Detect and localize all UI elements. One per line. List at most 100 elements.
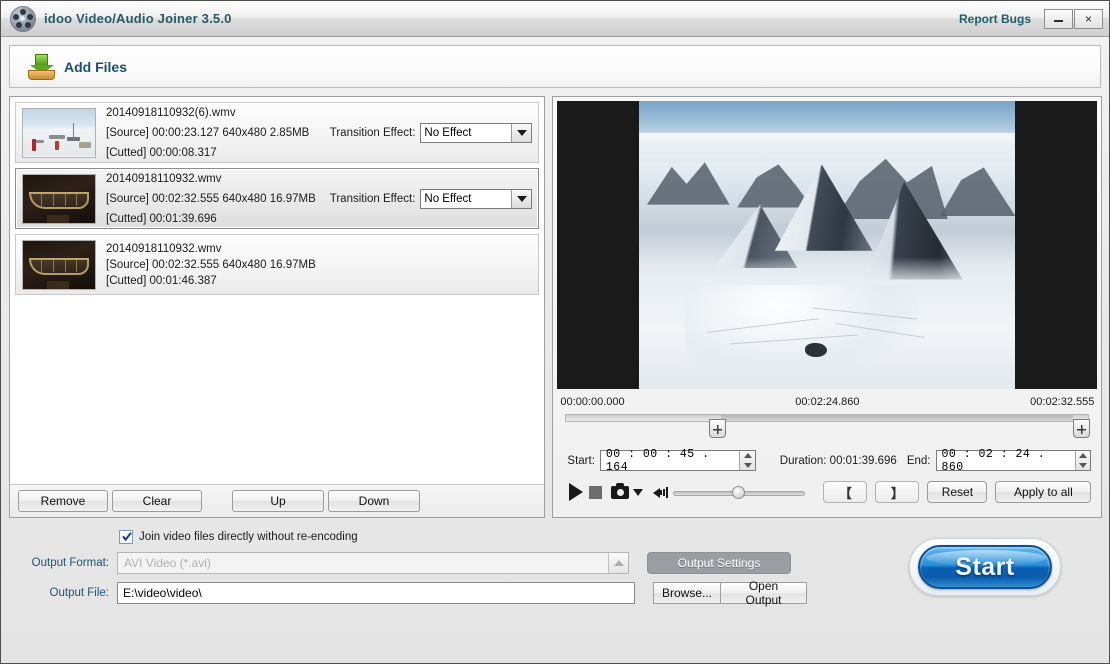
file-cutted-duration: 00:00:08.317 (149, 146, 217, 159)
file-name: 20140918110932.wmv (106, 242, 222, 255)
chevron-down-icon (511, 123, 532, 142)
file-meta: 20140918110932.wmv [Source] 00:02:32.555… (106, 173, 533, 225)
start-time-down-arrow[interactable] (740, 461, 754, 471)
camera-icon[interactable] (611, 482, 633, 499)
duration-value: 00:01:39.696 (829, 454, 897, 467)
duration-readout: Duration: 00:01:39.696 (780, 455, 897, 467)
output-file-value: E:\video\video\ (123, 586, 202, 600)
file-source-label: [Source] (106, 192, 149, 205)
end-time-down-arrow[interactable] (1076, 461, 1090, 471)
timeline-end-handle[interactable] (1073, 419, 1091, 438)
video-frame-image (639, 101, 1016, 389)
chevron-up-icon (608, 553, 628, 573)
file-cutted-label: [Cutted] (106, 212, 147, 225)
transition-effect-select[interactable]: No Effect (420, 122, 533, 143)
browse-button[interactable]: Browse... (653, 582, 721, 604)
file-meta: 20140918110932(6).wmv [Source] 00:00:23.… (106, 107, 533, 159)
playback-controls: 【 】 Reset Apply to all (557, 471, 1097, 503)
volume-slider[interactable] (673, 485, 806, 499)
remove-button[interactable]: Remove (18, 490, 108, 512)
file-size: 16.97MB (269, 192, 316, 205)
start-time-up-arrow[interactable] (740, 451, 754, 461)
start-button[interactable]: Start (909, 538, 1061, 596)
timeline-track-area[interactable] (557, 412, 1097, 442)
start-label: Start: (567, 454, 595, 467)
file-cutted-label: [Cutted] (106, 146, 147, 159)
file-list-toolbar: Remove Clear Up Down (10, 484, 545, 517)
file-resolution: 640x480 (222, 126, 267, 139)
speaker-icon[interactable] (653, 486, 673, 499)
file-source-duration: 00:02:32.555 (152, 192, 220, 205)
transition-effect-select[interactable]: No Effect (420, 188, 533, 209)
move-down-button[interactable]: Down (328, 490, 420, 512)
mark-in-button[interactable]: 【 (823, 481, 868, 503)
join-directly-label: Join video files directly without re-enc… (139, 531, 358, 543)
file-panel: 20140918110932(6).wmv [Source] 00:00:23.… (9, 96, 546, 518)
file-list-item[interactable]: 20140918110932(6).wmv [Source] 00:00:23.… (15, 102, 540, 163)
start-time-value: 00 : 00 : 45 . 164 (605, 447, 710, 474)
file-thumbnail (22, 107, 96, 158)
file-list[interactable]: 20140918110932(6).wmv [Source] 00:00:23.… (10, 97, 545, 484)
output-settings-button[interactable]: Output Settings (647, 552, 791, 574)
transition-effect-value: No Effect (424, 192, 472, 205)
end-time-stepper[interactable]: 00 : 02 : 24 . 860 (935, 448, 1092, 474)
start-time-arrows[interactable] (739, 451, 755, 471)
transition-effect-group: Transition Effect: No Effect (316, 188, 533, 209)
apply-to-all-button[interactable]: Apply to all (995, 481, 1092, 503)
timeline-mid-time: 00:02:24.860 (795, 396, 860, 408)
transition-effect-label: Transition Effect: (329, 126, 416, 139)
timeline-start-handle[interactable] (709, 419, 727, 438)
timeline-end-time: 00:02:32.555 (1030, 396, 1095, 408)
timeline-track[interactable] (565, 414, 1090, 422)
title-bar: idoo Video/Audio Joiner 3.5.0 Report Bug… (1, 1, 1109, 37)
add-files-button[interactable]: Add Files (18, 51, 137, 82)
output-format-select[interactable]: AVI Video (*.avi) (117, 552, 629, 574)
app-title: idoo Video/Audio Joiner 3.5.0 (44, 11, 232, 26)
timeline-start-time: 00:00:00.000 (560, 396, 625, 408)
toolbar: Add Files (9, 45, 1101, 88)
checkmark-icon (122, 532, 132, 542)
open-output-button[interactable]: Open Output (721, 579, 807, 607)
file-source-duration: 00:02:32.555 (152, 258, 220, 271)
output-file-input[interactable]: E:\video\video\ (117, 582, 635, 604)
start-time-stepper[interactable]: 00 : 00 : 45 . 164 (599, 447, 756, 474)
file-cutted-row: [Cutted] 00:00:08.317 (106, 147, 532, 159)
file-size: 16.97MB (269, 258, 316, 271)
video-preview[interactable] (557, 101, 1098, 389)
timeline-selection-range (720, 415, 1073, 421)
transition-effect-label: Transition Effect: (329, 192, 416, 205)
minimize-icon (1054, 20, 1063, 22)
file-list-item[interactable]: 20140918110932.wmv [Source] 00:02:32.555… (15, 168, 540, 229)
transition-effect-value: No Effect (424, 126, 472, 139)
report-bugs-link[interactable]: Report Bugs (959, 12, 1031, 26)
reset-button[interactable]: Reset (927, 481, 988, 503)
file-cutted-duration: 00:01:39.696 (149, 212, 217, 225)
duration-label: Duration: (779, 454, 827, 467)
start-button-label: Start (955, 552, 1015, 581)
join-directly-checkbox[interactable] (119, 530, 133, 544)
file-resolution: 640x480 (222, 192, 267, 205)
output-file-label: Output File: (49, 587, 109, 599)
start-button-inner: Start (918, 545, 1052, 589)
end-time-up-arrow[interactable] (1076, 451, 1090, 461)
file-list-item[interactable]: 20140918110932.wmv [Source] 00:02:32.555… (15, 234, 540, 295)
file-source-duration: 00:00:23.127 (152, 126, 220, 139)
title-bar-right: Report Bugs × (959, 8, 1109, 29)
preview-panel: 00:00:00.000 00:02:24.860 00:02:32.555 S… (552, 96, 1103, 518)
close-button[interactable]: × (1074, 8, 1103, 29)
stop-icon[interactable] (589, 485, 611, 499)
move-up-button[interactable]: Up (232, 490, 324, 512)
play-icon[interactable] (569, 483, 589, 501)
end-time-arrows[interactable] (1074, 451, 1091, 471)
end-label: End: (906, 454, 931, 467)
output-format-label: Output Format: (31, 557, 109, 569)
file-meta: 20140918110932.wmv [Source] 00:02:32.555… (106, 243, 532, 287)
file-thumbnail (22, 173, 96, 224)
file-cutted-label: [Cutted] (106, 274, 147, 287)
minimize-button[interactable] (1044, 8, 1073, 29)
transition-effect-group: Transition Effect: No Effect (316, 122, 533, 143)
clear-button[interactable]: Clear (112, 490, 202, 512)
snapshot-menu-chevron-down-icon[interactable] (633, 488, 653, 496)
output-section: Join video files directly without re-enc… (1, 526, 1109, 644)
mark-out-button[interactable]: 】 (875, 481, 920, 503)
